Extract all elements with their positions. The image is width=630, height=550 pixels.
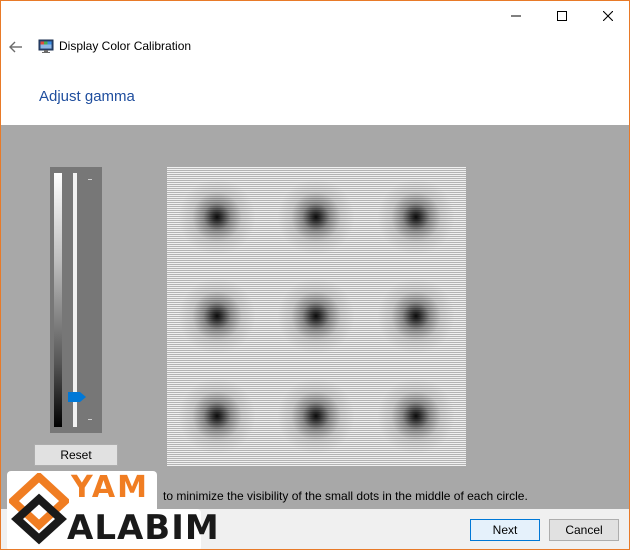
gamma-circle — [172, 372, 261, 461]
pattern-cell — [366, 167, 466, 267]
pattern-cell — [167, 366, 267, 466]
pattern-cell — [267, 267, 367, 367]
pattern-cell — [267, 167, 367, 267]
pattern-cell — [267, 366, 367, 466]
pattern-cell — [366, 267, 466, 367]
gamma-circle — [272, 272, 361, 361]
gamma-test-pattern — [167, 167, 466, 466]
cancel-button[interactable]: Cancel — [549, 519, 619, 541]
watermark-emblem-icon — [9, 473, 69, 545]
navigation-row: Display Color Calibration — [1, 33, 629, 61]
close-icon — [603, 11, 613, 21]
gamma-circle — [272, 372, 361, 461]
gamma-gradient-strip — [54, 173, 62, 427]
pattern-cell — [167, 267, 267, 367]
slider-tick-bottom — [88, 419, 92, 420]
title-bar — [1, 1, 629, 33]
gamma-circle — [372, 372, 461, 461]
display-calibration-icon — [38, 39, 54, 53]
gamma-circle — [272, 172, 361, 261]
watermark-text-bottom: ALABIM — [67, 508, 220, 548]
gamma-circle — [172, 272, 261, 361]
pattern-cell — [167, 167, 267, 267]
calibration-window: Display Color Calibration Adjust gamma R… — [0, 0, 630, 550]
instruction-text: to minimize the visibility of the small … — [163, 489, 528, 503]
gamma-circle — [372, 172, 461, 261]
next-button[interactable]: Next — [470, 519, 540, 541]
minimize-icon — [511, 15, 521, 17]
gamma-slider[interactable] — [50, 167, 102, 433]
reset-button[interactable]: Reset — [34, 444, 118, 466]
watermark-logo: YAM ALABIM — [1, 469, 219, 549]
back-button[interactable] — [5, 37, 27, 57]
minimize-button[interactable] — [493, 1, 539, 31]
slider-tick-top — [88, 179, 92, 180]
pattern-cell — [366, 366, 466, 466]
page-heading: Adjust gamma — [39, 88, 135, 105]
maximize-button[interactable] — [539, 1, 585, 31]
gamma-circle — [372, 272, 461, 361]
window-title: Display Color Calibration — [59, 39, 192, 53]
maximize-icon — [557, 11, 567, 21]
gamma-circle — [172, 172, 261, 261]
gamma-panel: Reset to minimize the visibility of the … — [1, 125, 629, 509]
gamma-slider-thumb[interactable] — [67, 391, 87, 403]
back-arrow-icon — [9, 41, 22, 53]
watermark-text-top: YAM — [71, 470, 149, 505]
close-button[interactable] — [585, 1, 629, 31]
gamma-slider-track[interactable] — [73, 173, 77, 427]
